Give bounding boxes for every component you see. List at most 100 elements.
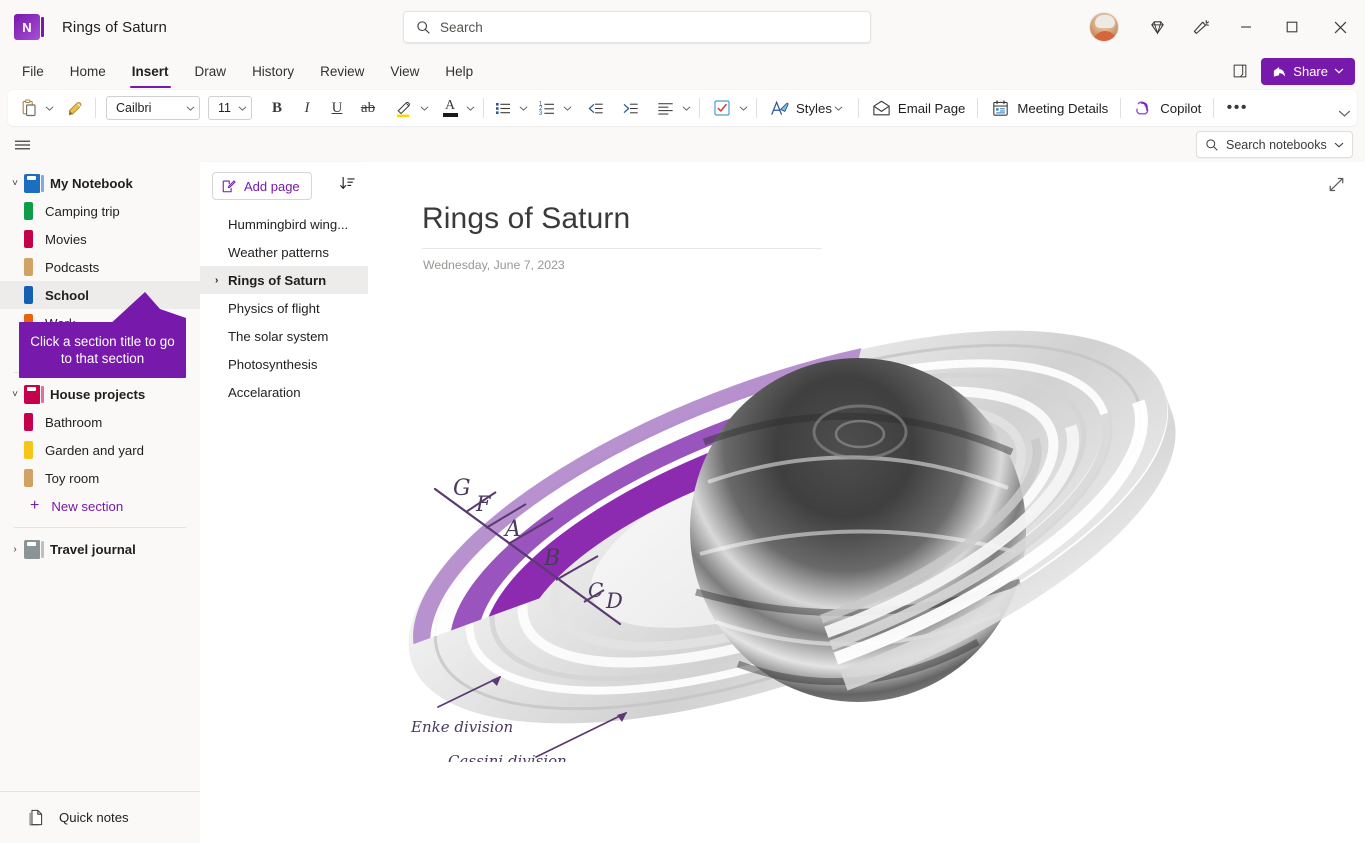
strikethrough-button[interactable]: ab (352, 94, 384, 122)
paste-options-chevron-down-icon[interactable] (42, 104, 56, 113)
tab-review[interactable]: Review (307, 56, 377, 86)
bullets-button[interactable] (490, 94, 516, 122)
email-page-button[interactable]: Email Page (865, 94, 971, 122)
font-family-select[interactable]: Cailbri (106, 96, 200, 120)
hamburger-menu-icon[interactable] (8, 132, 36, 158)
font-color-chevron-down-icon[interactable] (463, 104, 477, 113)
chevron-down-icon[interactable]: ˅ (6, 178, 24, 189)
chevron-down-icon[interactable]: ˅ (6, 389, 24, 400)
title-bar: N Rings of Saturn Search (0, 0, 1365, 54)
page-item-accelaration[interactable]: Accelaration (200, 378, 368, 406)
styles-button[interactable]: Styles (763, 94, 852, 122)
page-item-photosynthesis[interactable]: Photosynthesis (200, 350, 368, 378)
tab-home[interactable]: Home (57, 56, 119, 86)
meeting-details-button[interactable]: Meeting Details (984, 94, 1114, 122)
page-item-hummingbird-wing[interactable]: Hummingbird wing... (200, 210, 368, 238)
bold-button[interactable]: B (262, 94, 292, 122)
plus-icon: + (30, 498, 39, 514)
numbering-button[interactable]: 1 2 3 (534, 94, 560, 122)
section-label: Camping trip (45, 204, 120, 219)
section-movies[interactable]: Movies (0, 225, 200, 253)
notebook-house-projects[interactable]: ˅ House projects (0, 380, 200, 408)
diamond-premium-icon[interactable] (1135, 7, 1179, 47)
ring-label-c: C (588, 578, 603, 602)
section-color-tab (24, 413, 33, 431)
note-pane-icon[interactable] (1225, 57, 1255, 85)
page-item-rings-of-saturn[interactable]: › Rings of Saturn (200, 266, 368, 294)
increase-indent-button[interactable] (617, 94, 644, 122)
tab-draw[interactable]: Draw (182, 56, 240, 86)
section-toy-room[interactable]: Toy room (0, 464, 200, 492)
share-button[interactable]: Share (1261, 58, 1355, 85)
notebook-travel-journal[interactable]: › Travel journal (0, 535, 200, 563)
styles-chevron-down-icon[interactable] (832, 104, 846, 113)
tab-view[interactable]: View (377, 56, 432, 86)
page-label: Rings of Saturn (228, 273, 326, 288)
section-color-tab (24, 230, 33, 248)
minimize-button[interactable] (1223, 0, 1269, 54)
page-item-weather-patterns[interactable]: Weather patterns (200, 238, 368, 266)
onenote-window: N Rings of Saturn Search (0, 0, 1365, 843)
search-input[interactable]: Search (403, 11, 871, 43)
numbering-chevron-down-icon[interactable] (560, 104, 574, 113)
page-title[interactable]: Rings of Saturn (422, 202, 822, 236)
search-notebooks-input[interactable]: Search notebooks (1196, 131, 1353, 158)
decrease-indent-button[interactable] (582, 94, 609, 122)
note-canvas[interactable]: Rings of Saturn Wednesday, June 7, 2023 (368, 162, 1365, 843)
section-podcasts[interactable]: Podcasts (0, 253, 200, 281)
saturn-rings-diagram[interactable]: G F A B C D Enke division Cassini divisi… (408, 292, 1238, 762)
tab-history[interactable]: History (239, 56, 307, 86)
chevron-right-icon[interactable]: › (215, 275, 218, 286)
font-size-value: 11 (218, 101, 231, 115)
page-item-the-solar-system[interactable]: The solar system (200, 322, 368, 350)
section-camping-trip[interactable]: Camping trip (0, 197, 200, 225)
new-section-button-house-projects[interactable]: + New section (0, 492, 200, 520)
tags-button[interactable] (708, 94, 736, 122)
align-chevron-down-icon[interactable] (679, 104, 693, 113)
underline-button[interactable]: U (322, 94, 352, 122)
add-page-button[interactable]: Add page (212, 172, 312, 200)
close-button[interactable] (1315, 0, 1365, 54)
ring-label-d: D (605, 589, 623, 613)
section-tip-callout: Click a section title to go to that sect… (19, 322, 186, 378)
font-color-button[interactable]: A (437, 94, 463, 122)
section-color-tab (24, 441, 33, 459)
page-label: Physics of flight (228, 301, 320, 316)
section-garden-and-yard[interactable]: Garden and yard (0, 436, 200, 464)
avatar[interactable] (1089, 12, 1119, 42)
format-painter-button[interactable] (62, 94, 89, 122)
tab-file[interactable]: File (9, 56, 57, 86)
chevron-right-icon[interactable]: › (6, 544, 24, 555)
section-bathroom[interactable]: Bathroom (0, 408, 200, 436)
highlight-button[interactable] (390, 94, 417, 122)
sort-descending-icon[interactable] (339, 175, 356, 197)
tab-insert[interactable]: Insert (119, 56, 182, 86)
align-button[interactable] (652, 94, 679, 122)
tab-help[interactable]: Help (432, 56, 486, 86)
email-page-label: Email Page (898, 101, 965, 116)
ribbon-collapse-chevron-down-icon[interactable] (1338, 107, 1351, 125)
ring-label-g: G (453, 476, 471, 501)
section-label: Toy room (45, 471, 99, 486)
font-size-select[interactable]: 11 (208, 96, 252, 120)
chevron-down-icon[interactable] (1334, 140, 1344, 150)
notebook-my-notebook[interactable]: ˅ My Notebook (0, 169, 200, 197)
italic-button[interactable]: I (292, 94, 322, 122)
tags-chevron-down-icon[interactable] (736, 104, 750, 113)
more-commands-button[interactable]: ••• (1220, 94, 1254, 122)
font-color-letter: A (445, 99, 455, 112)
share-label: Share (1293, 64, 1328, 79)
page-date[interactable]: Wednesday, June 7, 2023 (423, 258, 565, 272)
notebook-sidebar: ˅ My Notebook Camping trip Movies Podcas… (0, 162, 200, 843)
chevron-down-icon (186, 104, 195, 113)
expand-diagonal-icon[interactable] (1328, 176, 1345, 198)
maximize-button[interactable] (1269, 0, 1315, 54)
bullets-chevron-down-icon[interactable] (516, 104, 530, 113)
page-item-physics-of-flight[interactable]: Physics of flight (200, 294, 368, 322)
notebook-icon (24, 174, 40, 193)
paste-button[interactable] (16, 94, 42, 122)
highlight-chevron-down-icon[interactable] (417, 104, 431, 113)
feedback-megaphone-icon[interactable] (1179, 7, 1223, 47)
quick-notes-button[interactable]: Quick notes (0, 791, 200, 843)
copilot-button[interactable]: Copilot (1127, 94, 1207, 122)
